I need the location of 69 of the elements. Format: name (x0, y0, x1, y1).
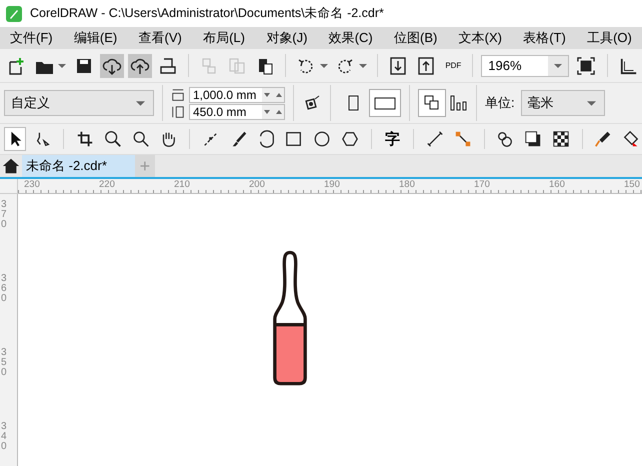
fill-icon (622, 130, 640, 148)
ruler-label: 230 (24, 179, 40, 190)
menu-item[interactable]: 文件(F) (10, 29, 53, 47)
caret-icon (548, 56, 568, 76)
magnifier-icon (132, 130, 150, 148)
crop-icon (76, 130, 94, 148)
curve-icon (258, 130, 276, 148)
ruler-label: 340 (1, 422, 8, 452)
ruler-label: 220 (99, 179, 115, 190)
menu-item[interactable]: 文本(X) (458, 29, 502, 47)
blend-icon (496, 130, 514, 148)
caret-icon[interactable] (320, 62, 328, 70)
caret-icon (136, 100, 145, 106)
export-icon (416, 56, 436, 76)
height-icon (171, 104, 185, 118)
ruler-label: 360 (1, 274, 8, 304)
height-field[interactable]: 450.0 mm (189, 104, 285, 120)
ellipse-icon (312, 130, 331, 148)
tool-button[interactable]: 字 (381, 127, 404, 151)
fullscreen-icon[interactable] (577, 56, 596, 74)
ruler-icon[interactable] (620, 56, 638, 74)
landscape-button[interactable] (369, 89, 401, 117)
checkerboard-icon (552, 130, 570, 148)
width-icon (171, 88, 185, 102)
window-title: CorelDRAW - C:\Users\Administrator\Documents\未命名 -2.cdr* (30, 5, 384, 22)
app-logo-icon (6, 6, 22, 22)
ruler-label: 160 (549, 179, 565, 190)
spin-arrows-icon[interactable] (262, 88, 284, 102)
zoom-icon (104, 130, 122, 148)
import-icon (388, 56, 408, 76)
all-pages-button[interactable] (418, 89, 446, 117)
unit-label: 单位: (485, 94, 515, 112)
ruler-label: 200 (249, 179, 265, 190)
menu-item[interactable]: 查看(V) (138, 29, 182, 47)
menu-item[interactable]: 表格(T) (523, 29, 566, 47)
ruler-label: 170 (474, 179, 490, 190)
menu-item[interactable]: 布局(L) (203, 29, 245, 47)
caret-icon (586, 100, 596, 106)
copy-icon (226, 56, 247, 76)
menu-item[interactable]: 编辑(E) (74, 29, 118, 47)
polygon-icon (340, 130, 359, 148)
connector-icon (454, 130, 472, 148)
printer-icon (158, 56, 178, 76)
page-size-dropdown[interactable]: 自定义 (4, 90, 154, 116)
home-icon[interactable] (2, 157, 20, 175)
document-tab[interactable]: 未命名 -2.cdr* (22, 155, 135, 177)
shadow-icon (524, 130, 542, 148)
ruler-label: 150 (624, 179, 640, 190)
width-field[interactable]: 1,000.0 mm (189, 86, 285, 102)
caret-icon[interactable] (58, 62, 66, 70)
menu-item[interactable]: 工具(O) (587, 29, 632, 47)
menu-item[interactable]: 对象(J) (266, 29, 308, 47)
menu-item[interactable]: 效果(C) (328, 29, 373, 47)
ruler-label: 370 (1, 200, 8, 230)
ruler-label: 350 (1, 348, 8, 378)
spin-arrows-icon[interactable] (262, 104, 284, 118)
caret-icon[interactable] (359, 62, 368, 70)
menu-item[interactable]: 位图(B) (394, 29, 438, 47)
pdf-button[interactable]: PDF (442, 61, 464, 70)
dimension-icon (426, 130, 444, 148)
eyedropper-icon (594, 130, 612, 148)
ruler-label: 210 (174, 179, 190, 190)
tool-button[interactable] (4, 127, 26, 151)
bar-chart-icon[interactable] (448, 93, 468, 113)
ruler-label: 180 (399, 179, 415, 190)
ruler-label: 190 (324, 179, 340, 190)
unit-dropdown[interactable]: 毫米 (520, 90, 605, 116)
rectangle-icon (285, 130, 304, 148)
zoom-dropdown[interactable]: 196% (481, 54, 570, 76)
